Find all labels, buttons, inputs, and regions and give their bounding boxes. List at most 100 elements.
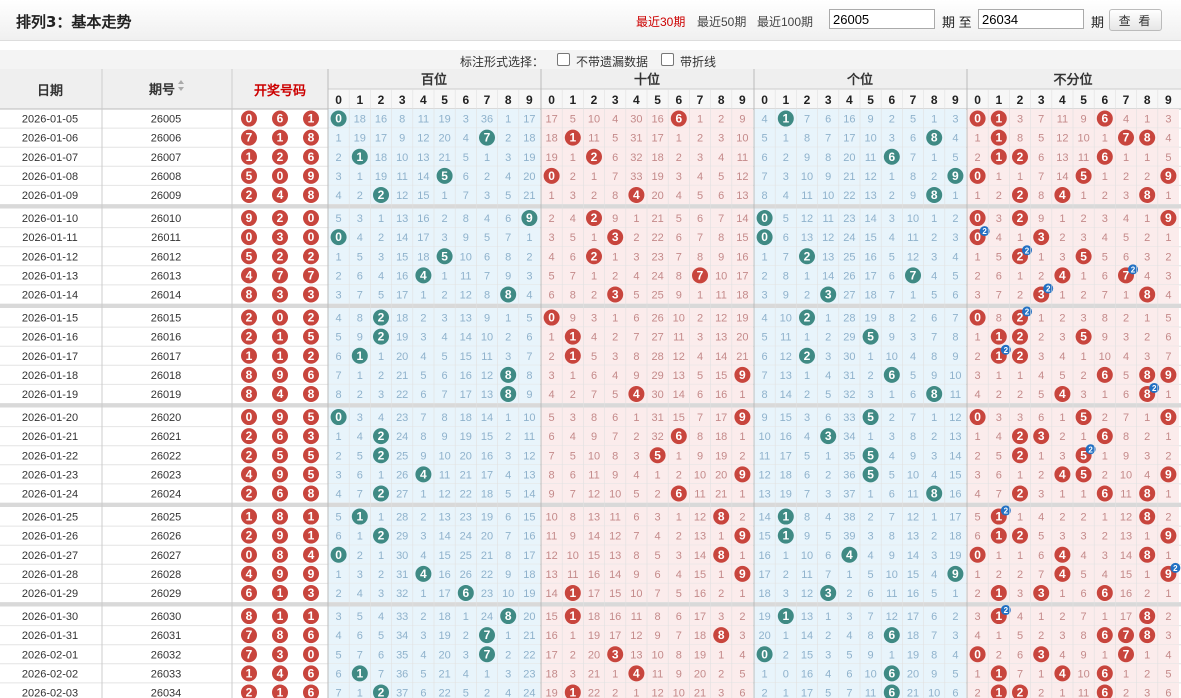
missing-count: 1 [633, 687, 639, 698]
missing-count: 11 [546, 531, 557, 543]
missing-count: 2 [1059, 313, 1065, 325]
row-issue: 26025 [151, 512, 182, 524]
hit-ball-digit: 5 [867, 410, 874, 424]
missing-count: 2 [1165, 251, 1171, 263]
row-date: 2026-01-21 [22, 431, 78, 443]
missing-count: 3 [357, 412, 363, 424]
missing-count: 20 [523, 171, 535, 183]
missing-count: 3 [1102, 550, 1108, 562]
missing-count: 1 [1102, 389, 1108, 401]
missing-count: 1 [931, 114, 937, 126]
view-button[interactable]: 查 看 [1109, 9, 1162, 31]
missing-count: 27 [651, 332, 663, 344]
missing-count: 3 [442, 232, 448, 244]
result-ball-digit: 9 [246, 211, 253, 225]
hit-ball-digit: 2 [378, 486, 385, 500]
missing-count: 2 [783, 569, 789, 581]
missing-count: 12 [545, 550, 557, 562]
missing-count: 15 [864, 232, 876, 244]
end-issue-input[interactable] [978, 9, 1084, 29]
missing-count: 5 [783, 213, 789, 225]
missing-count: 2 [996, 569, 1002, 581]
missing-count: 6 [825, 550, 831, 562]
missing-count: 1 [336, 251, 342, 263]
column-header-date: 日期 [37, 83, 63, 98]
missing-count: 3 [1017, 588, 1023, 600]
missing-count: 1 [1017, 469, 1023, 481]
missing-count: 3 [655, 512, 661, 524]
missing-count: 8 [676, 270, 682, 282]
missing-count: 2 [420, 313, 426, 325]
missing-count: 6 [442, 370, 448, 382]
missing-count: 9 [804, 531, 810, 543]
no-missing-data-checkbox[interactable] [557, 53, 570, 66]
missing-count: 1 [1102, 649, 1108, 661]
missing-count: 10 [864, 133, 876, 145]
missing-count: 8 [633, 550, 639, 562]
result-ball-digit: 0 [246, 112, 253, 126]
range-50-link[interactable]: 最近50期 [697, 13, 746, 30]
missing-count: 13 [630, 649, 642, 661]
missing-count: 6 [633, 313, 639, 325]
missing-count: 10 [588, 114, 600, 126]
missing-count: 10 [673, 313, 685, 325]
result-ball-digit: 3 [308, 586, 315, 600]
missing-count: 1 [570, 152, 576, 164]
missing-count: 5 [676, 588, 682, 600]
repeat-count-digit: 2 [1131, 265, 1136, 274]
missing-count: 21 [523, 630, 535, 642]
missing-count: 3 [952, 630, 958, 642]
with-polyline-checkbox[interactable] [661, 53, 674, 66]
row-date: 2026-01-18 [22, 370, 78, 382]
missing-count: 7 [591, 389, 597, 401]
missing-count: 4 [1144, 270, 1150, 282]
missing-count: 17 [460, 389, 472, 401]
missing-count: 3 [889, 431, 895, 443]
missing-count: 6 [868, 588, 874, 600]
missing-count: 1 [739, 588, 745, 600]
missing-count: 1 [868, 431, 874, 443]
missing-count: 23 [843, 213, 855, 225]
missing-count: 2 [505, 332, 511, 344]
missing-count: 15 [588, 550, 600, 562]
missing-count: 10 [886, 351, 898, 363]
missing-count: 6 [1017, 649, 1023, 661]
missing-count: 3 [996, 412, 1002, 424]
digit-header: 0 [548, 93, 555, 107]
row-issue: 26022 [151, 450, 182, 462]
range-30-link[interactable]: 最近30期 [636, 13, 685, 30]
missing-count: 3 [1038, 351, 1044, 363]
result-ball-digit: 7 [277, 268, 284, 282]
result-ball-digit: 8 [277, 548, 284, 562]
digit-header: 0 [335, 93, 342, 107]
missing-count: 20 [907, 668, 919, 680]
missing-count: 1 [633, 213, 639, 225]
missing-count: 10 [907, 213, 919, 225]
missing-count: 21 [396, 370, 408, 382]
missing-count: 1 [1038, 668, 1044, 680]
missing-count: 4 [336, 630, 342, 642]
hit-ball-digit: 1 [995, 666, 1002, 680]
missing-count: 7 [889, 512, 895, 524]
missing-count: 1 [1081, 190, 1087, 202]
range-100-link[interactable]: 最近100期 [757, 13, 813, 30]
missing-count: 4 [505, 687, 511, 698]
missing-count: 9 [484, 313, 490, 325]
hit-ball-digit: 8 [505, 368, 512, 382]
missing-count: 5 [996, 251, 1002, 263]
missing-count: 16 [1120, 588, 1132, 600]
row-issue: 26014 [151, 289, 182, 301]
missing-count: 5 [463, 687, 469, 698]
missing-count: 6 [931, 611, 937, 623]
missing-count: 5 [910, 114, 916, 126]
digit-header: 7 [697, 93, 704, 107]
hit-ball-digit: 8 [931, 188, 938, 202]
result-ball-digit: 2 [246, 188, 253, 202]
missing-count: 16 [523, 531, 535, 543]
result-ball-digit: 8 [308, 188, 315, 202]
start-issue-input[interactable] [829, 9, 935, 29]
missing-count: 2 [975, 450, 981, 462]
hit-ball-digit: 2 [804, 349, 811, 363]
missing-count: 33 [843, 412, 855, 424]
missing-count: 13 [588, 512, 600, 524]
